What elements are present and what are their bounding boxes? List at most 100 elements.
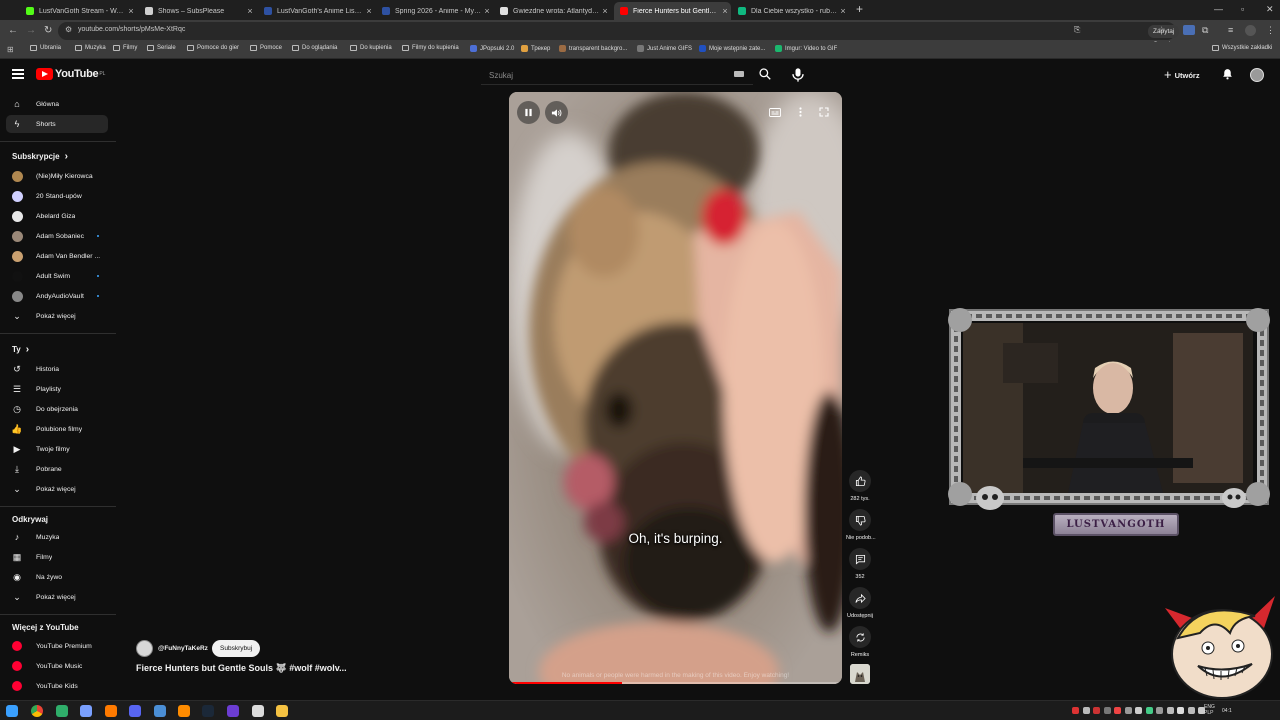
sidebar-item-like[interactable]: 👍 Polubione filmy xyxy=(6,420,108,438)
show-more-subscriptions[interactable]: ⌄ Pokaż więcej xyxy=(6,307,108,325)
explorer-icon[interactable] xyxy=(276,705,288,717)
sidebar-item-download[interactable]: ⤓ Pobrane xyxy=(6,460,108,478)
keyboard-icon[interactable] xyxy=(734,71,744,77)
star-icon[interactable]: ☆ xyxy=(1158,25,1165,34)
dislike-button[interactable] xyxy=(849,509,871,531)
sidebar-item-your-videos[interactable]: ▶ Twoje filmy xyxy=(6,440,108,458)
avast-icon[interactable] xyxy=(105,705,117,717)
you-header[interactable]: Ty › xyxy=(12,344,29,355)
short-title[interactable]: Fierce Hunters but Gentle Souls 🐺 #wolf … xyxy=(136,663,347,674)
like-button[interactable] xyxy=(849,470,871,492)
tab-close-icon[interactable]: × xyxy=(481,6,493,16)
subscribe-button[interactable]: Subskrybuj xyxy=(212,640,261,657)
show-more-explore[interactable]: ⌄ Pokaż więcej xyxy=(6,588,108,606)
obs-icon[interactable] xyxy=(227,705,239,717)
maximize-icon[interactable]: ▫ xyxy=(1241,4,1244,14)
bookmark-item[interactable]: Seriale xyxy=(147,45,176,51)
bookmark-item[interactable]: Filmy xyxy=(113,45,137,51)
back-icon[interactable]: ← xyxy=(8,25,18,37)
progress-bar[interactable] xyxy=(509,682,842,684)
subscription-item[interactable]: (Nie)Miły Kierowca xyxy=(6,167,108,185)
channel-name[interactable]: @FuNnyTaKeRz xyxy=(158,645,208,652)
menu-icon[interactable]: ⋮ xyxy=(1266,25,1275,36)
puzzle-icon[interactable]: ⧉ xyxy=(1202,25,1208,36)
new-tab-button[interactable]: + xyxy=(856,2,863,16)
tray-icon[interactable] xyxy=(1135,707,1142,714)
bookmark-item[interactable]: Muzyka xyxy=(75,45,106,51)
sidebar-item-home[interactable]: ⌂ Główna xyxy=(6,95,108,113)
sidebar-item-history[interactable]: ↺ Historia xyxy=(6,360,108,378)
youtube-logo[interactable]: YouTube PL xyxy=(36,68,105,80)
tray-icon[interactable] xyxy=(1166,707,1174,714)
chatgpt-icon[interactable] xyxy=(252,705,264,717)
tray-icon[interactable] xyxy=(1124,707,1132,714)
remix-button[interactable] xyxy=(849,626,871,648)
bookmark-item[interactable]: Pomoce xyxy=(250,45,282,51)
create-button[interactable]: + Utwórz xyxy=(1164,67,1200,83)
browser-tab[interactable]: LustVanGoth Stream - Watch Liv...× xyxy=(20,2,137,20)
close-window-icon[interactable]: ✕ xyxy=(1266,4,1274,15)
account-avatar[interactable] xyxy=(1250,68,1264,82)
tab-close-icon[interactable]: × xyxy=(719,6,731,16)
bookmark-item[interactable]: Ubrania xyxy=(30,45,61,51)
tray-icon[interactable] xyxy=(1114,707,1121,714)
show-more-you[interactable]: ⌄ Pokaż więcej xyxy=(6,480,108,498)
forward-icon[interactable]: → xyxy=(26,25,36,37)
search-icon[interactable] xyxy=(758,67,772,81)
subscription-item[interactable]: Adult Swim xyxy=(6,267,108,285)
pause-button[interactable] xyxy=(517,101,540,124)
tray-icon[interactable] xyxy=(1156,707,1163,714)
vlc-icon[interactable] xyxy=(178,705,190,717)
fullscreen-button[interactable] xyxy=(817,106,831,118)
tab-close-icon[interactable]: × xyxy=(837,6,849,16)
tray-icon[interactable] xyxy=(1103,707,1111,714)
more-from-youtube-header[interactable]: Więcej z YouTube xyxy=(12,623,79,632)
browser-tab[interactable]: Gwiezdne wrota: Atlantyda / Sta...× xyxy=(494,2,611,20)
explore-header[interactable]: Odkrywaj xyxy=(12,515,48,524)
browser-tab[interactable]: Dla Ciebie wszystko - rubla - w...× xyxy=(732,2,849,20)
sidebar-item-movies[interactable]: ▦ Filmy xyxy=(6,548,108,566)
subscription-item[interactable]: Abelard Giza xyxy=(6,207,108,225)
bookmark-item[interactable]: Moje wstępnie zate... xyxy=(699,45,765,52)
sound-thumbnail[interactable] xyxy=(850,664,870,684)
search-input[interactable] xyxy=(481,66,753,85)
media-icon[interactable]: ≡ xyxy=(1228,25,1233,35)
youtube-product-item[interactable]: YouTube Kids xyxy=(6,677,108,695)
profile-icon[interactable] xyxy=(1245,25,1256,36)
browser-tab[interactable]: Shows – SubsPlease × xyxy=(139,2,256,20)
channel-avatar[interactable] xyxy=(136,640,153,657)
extension-icon[interactable] xyxy=(1183,25,1195,35)
comments-button[interactable] xyxy=(849,548,871,570)
apps-icon[interactable]: ⊞ xyxy=(7,45,14,54)
bookmark-item[interactable]: Just Anime GIFS xyxy=(637,45,692,52)
bookmark-item[interactable]: Трекер xyxy=(521,45,550,52)
windows-start-icon[interactable] xyxy=(6,705,18,717)
app-icon[interactable] xyxy=(154,705,166,717)
bookmark-item[interactable]: Do kupienia xyxy=(350,45,392,51)
sidebar-item-live[interactable]: ◉ Na żywo xyxy=(6,568,108,586)
language-indicator[interactable]: ENG PLP xyxy=(1204,704,1215,716)
subscriptions-header[interactable]: Subskrypcje › xyxy=(12,151,68,162)
tray-icon[interactable] xyxy=(1093,707,1100,714)
terminal-icon[interactable] xyxy=(56,705,68,717)
all-bookmarks[interactable]: Wszystkie zakładki xyxy=(1212,45,1272,51)
chrome-icon[interactable] xyxy=(31,705,43,717)
site-info-icon[interactable]: ⚙ xyxy=(65,25,72,34)
tab-close-icon[interactable]: × xyxy=(125,6,137,16)
browser-tab[interactable]: Fierce Hunters but Gentle S... × xyxy=(614,2,731,20)
tray-icon[interactable] xyxy=(1072,707,1079,714)
tray-icon[interactable] xyxy=(1177,707,1184,714)
steam-icon[interactable] xyxy=(202,705,214,717)
subscription-item[interactable]: Adam Sobaniec xyxy=(6,227,108,245)
sidebar-item-music[interactable]: ♪ Muzyka xyxy=(6,528,108,546)
browser-tab[interactable]: LustVanGoth's Anime List - My...× xyxy=(258,2,375,20)
bookmark-item[interactable]: Pomoce do gier xyxy=(187,45,239,51)
bookmark-item[interactable]: Filmy do kupienia xyxy=(402,45,459,51)
subscription-item[interactable]: AndyAudioVault xyxy=(6,287,108,305)
tab-close-icon[interactable]: × xyxy=(363,6,375,16)
share-button[interactable] xyxy=(849,587,871,609)
sidebar-item-shorts[interactable]: ϟ Shorts xyxy=(6,115,108,133)
clock[interactable]: 04:1 xyxy=(1222,708,1232,714)
subscription-item[interactable]: 20 Stand-upów xyxy=(6,187,108,205)
microphone-icon[interactable] xyxy=(788,65,808,85)
